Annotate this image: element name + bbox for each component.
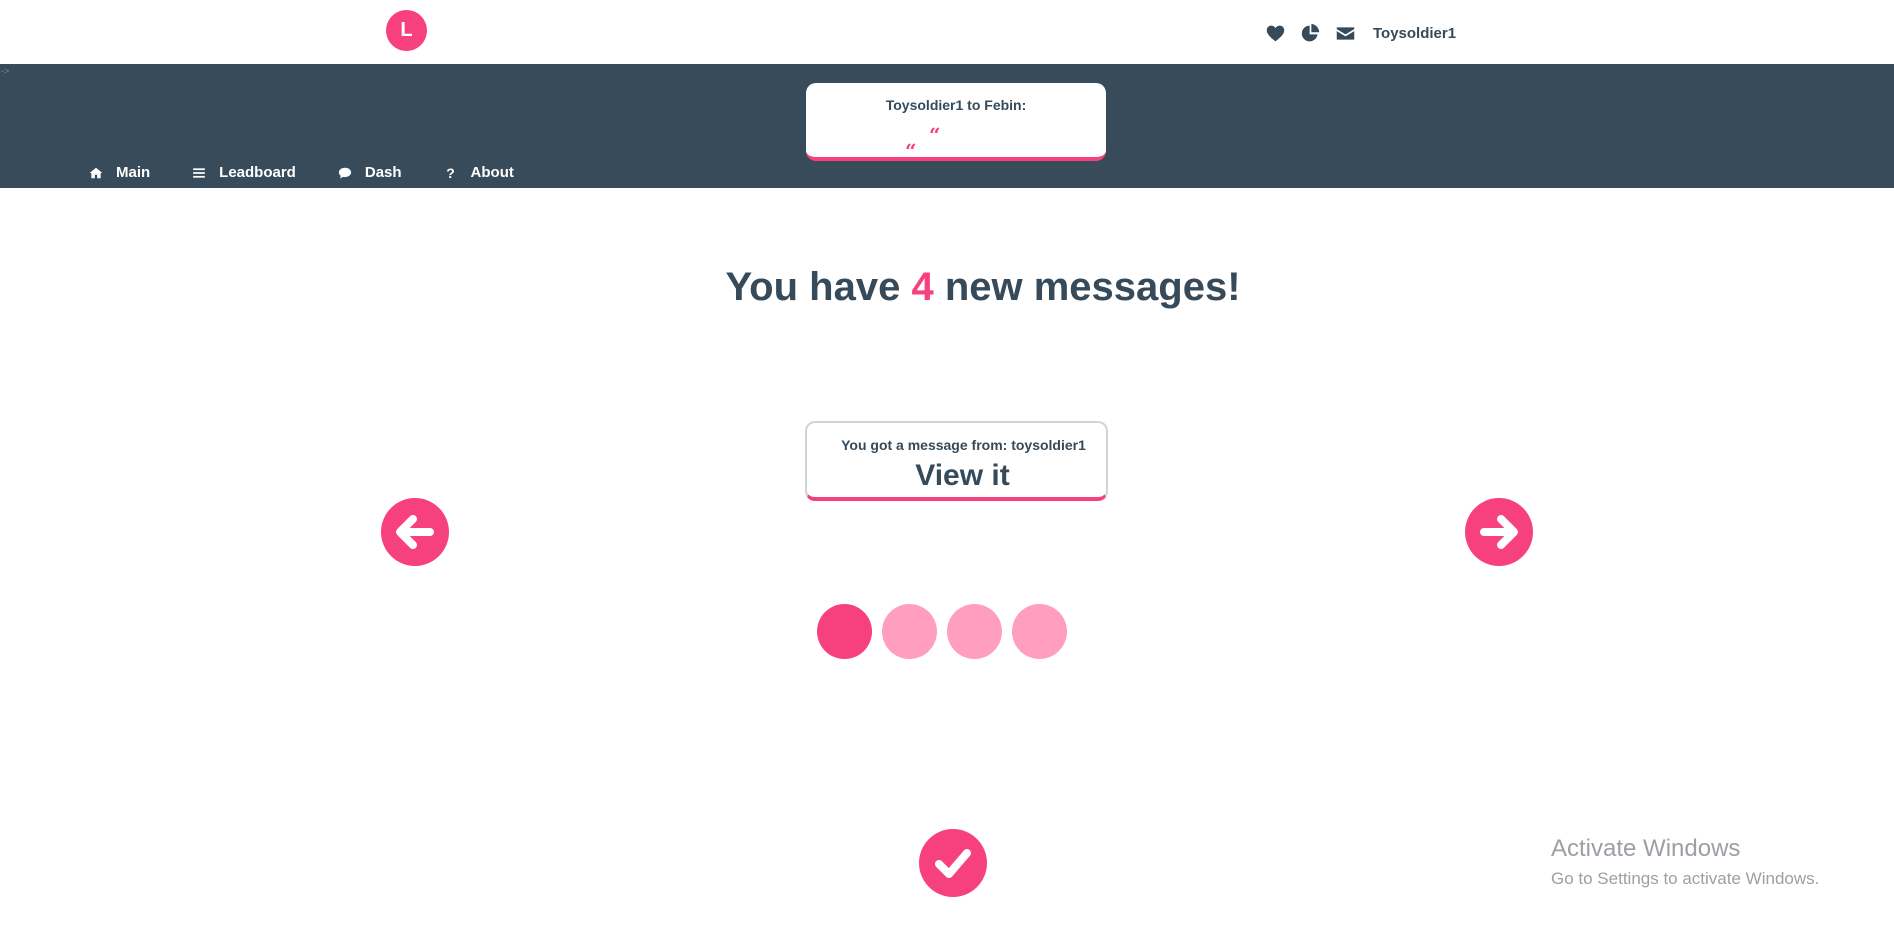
home-icon <box>89 167 103 178</box>
watermark-title: Activate Windows <box>1551 835 1741 862</box>
nav-item-dash[interactable]: Dash <box>338 164 402 181</box>
previous-button[interactable] <box>381 498 449 566</box>
question-icon: ? <box>446 164 455 181</box>
pagination-dot[interactable] <box>1012 604 1067 659</box>
pagination-dot[interactable] <box>882 604 937 659</box>
confirm-button[interactable] <box>919 829 987 897</box>
quote-mark-icon: “ <box>905 139 917 163</box>
comment-icon <box>338 167 351 179</box>
headline-prefix: You have <box>725 265 901 309</box>
logo-avatar[interactable]: L <box>386 10 427 51</box>
next-button[interactable] <box>1465 498 1533 566</box>
view-message-button[interactable]: View it <box>807 459 1106 493</box>
nav-band: -> Toysoldier1 to Febin: “ “ Main Leadbo… <box>0 64 1894 188</box>
nav-item-label: Dash <box>364 164 402 181</box>
pie-chart-icon[interactable] <box>1299 22 1321 44</box>
watermark-subtitle: Go to Settings to activate Windows. <box>1551 869 1820 888</box>
latest-message-card[interactable]: Toysoldier1 to Febin: “ “ <box>806 83 1106 163</box>
heart-icon[interactable] <box>1264 22 1286 44</box>
arrow-left-icon <box>396 515 434 549</box>
checkmark-icon <box>935 849 971 878</box>
pagination-dots <box>817 604 1077 659</box>
quote-card-title: Toysoldier1 to Febin: <box>885 97 1027 113</box>
page-headline: You have 4 new messages! <box>0 265 1894 310</box>
stray-text: -> <box>1 66 10 76</box>
message-count: 4 <box>911 265 934 309</box>
nav-item-label: Main <box>116 164 151 181</box>
message-card: You got a message from: toysoldier1 View… <box>805 421 1108 501</box>
username-label[interactable]: Toysoldier1 <box>1373 25 1456 42</box>
nav-item-label: Leadboard <box>219 164 296 181</box>
pagination-dot[interactable] <box>947 604 1002 659</box>
header-icon-group <box>1264 22 1369 44</box>
envelope-icon[interactable] <box>1334 22 1356 44</box>
quote-mark-icon: “ <box>929 123 941 147</box>
nav-item-leadboard[interactable]: Leadboard <box>192 164 296 181</box>
headline-suffix: new messages! <box>944 265 1241 309</box>
nav-item-label: About <box>470 164 514 181</box>
main-nav: Main Leadboard Dash ? About <box>89 164 556 181</box>
windows-activation-watermark: Activate Windows Go to Settings to activ… <box>1551 835 1819 889</box>
top-header: L Toysoldier1 <box>0 0 1894 64</box>
message-sender-text: You got a message from: toysoldier1 <box>841 437 1086 453</box>
nav-item-main[interactable]: Main <box>89 164 150 181</box>
nav-item-about[interactable]: ? About <box>444 164 514 181</box>
list-icon <box>193 167 206 178</box>
pagination-dot[interactable] <box>817 604 872 659</box>
arrow-right-icon <box>1480 515 1518 549</box>
